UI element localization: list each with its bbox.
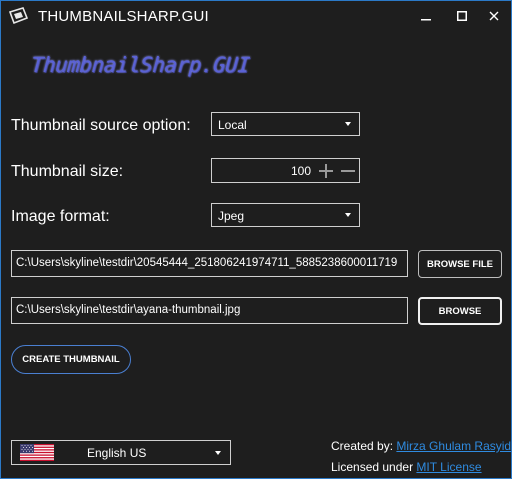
source-path-field[interactable]: C:\Users\skyline\testdir\20545444_251806… — [11, 250, 408, 277]
create-thumbnail-button[interactable]: CREATE THUMBNAIL — [11, 345, 131, 374]
image-format-label: Image format: — [11, 208, 110, 225]
thumbnail-size-stepper[interactable]: 100 — [211, 158, 360, 183]
close-button[interactable] — [477, 1, 511, 31]
source-option-value: Local — [218, 118, 247, 132]
maximize-icon — [457, 11, 467, 21]
target-path-value: C:\Users\skyline\testdir\ayana-thumbnail… — [16, 304, 241, 316]
maximize-button[interactable] — [445, 1, 479, 31]
thumbnail-size-label: Thumbnail size: — [11, 163, 124, 180]
created-by-label: Created by: — [331, 439, 394, 453]
browse-file-button[interactable]: BROWSE FILE — [418, 250, 502, 278]
minimize-button[interactable] — [409, 1, 443, 31]
chevron-down-icon — [345, 213, 351, 217]
source-option-label: Thumbnail source option: — [11, 117, 191, 134]
browse-button[interactable]: BROWSE — [418, 297, 502, 325]
licensed-under-label: Licensed under — [331, 460, 414, 474]
license-link[interactable]: MIT License — [416, 460, 481, 474]
close-icon — [489, 11, 499, 21]
source-path-value: C:\Users\skyline\testdir\20545444_251806… — [16, 257, 398, 269]
chevron-down-icon — [345, 122, 351, 126]
language-select[interactable]: English US — [11, 440, 231, 465]
title-bar[interactable]: THUMBNAILSHARP.GUI — [1, 1, 511, 31]
window-title: THUMBNAILSHARP.GUI — [38, 8, 209, 25]
license-line: Licensed under MIT License — [331, 460, 482, 474]
app-window: THUMBNAILSHARP.GUI ThumbnailSharp.GUI Th… — [0, 0, 512, 479]
created-by-line: Created by: Mirza Ghulam Rasyid — [331, 439, 511, 453]
source-option-select[interactable]: Local — [211, 112, 360, 136]
app-icon — [8, 7, 28, 25]
us-flag-icon — [20, 444, 54, 461]
image-format-select[interactable]: Jpeg — [211, 203, 360, 227]
minus-icon[interactable] — [340, 163, 356, 179]
minimize-icon — [421, 19, 431, 21]
app-logo: ThumbnailSharp.GUI — [30, 53, 251, 77]
plus-icon[interactable] — [318, 163, 334, 179]
target-path-field[interactable]: C:\Users\skyline\testdir\ayana-thumbnail… — [11, 297, 408, 324]
language-value: English US — [87, 446, 147, 460]
image-format-value: Jpeg — [218, 209, 245, 223]
chevron-down-icon — [215, 451, 221, 455]
author-link[interactable]: Mirza Ghulam Rasyid — [396, 439, 511, 453]
thumbnail-size-value: 100 — [290, 164, 311, 178]
